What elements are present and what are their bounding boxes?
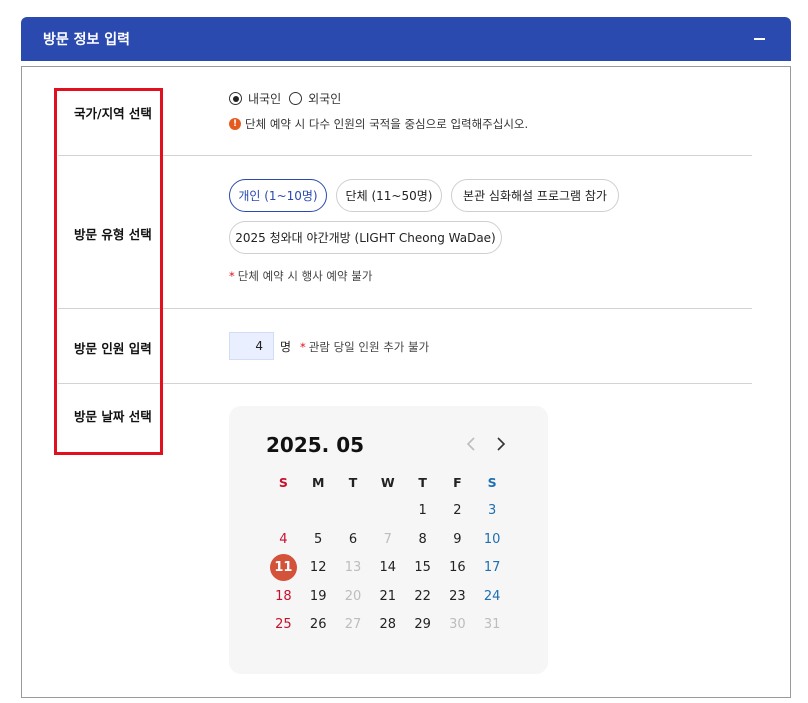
calendar-weekday: M (311, 474, 325, 490)
calendar-day[interactable]: 29 (405, 617, 440, 632)
divider (58, 155, 752, 156)
calendar-day[interactable]: 10 (475, 532, 510, 547)
chip-main-hall-program[interactable]: 본관 심화해설 프로그램 참가 (451, 179, 619, 212)
calendar-day: 31 (483, 617, 501, 633)
headcount-label: 방문 인원 입력 (74, 341, 152, 356)
chip-individual[interactable]: 개인 (1~10명) (229, 179, 327, 212)
calendar-day[interactable]: 15 (405, 560, 440, 575)
calendar-week-row: 25 26 27 28 29 30 31 (266, 611, 510, 640)
calendar-day[interactable]: 11 (266, 554, 301, 582)
calendar-weekday: S (278, 474, 288, 490)
section-header: 방문 정보 입력 (21, 17, 791, 61)
calendar-day[interactable]: 28 (370, 617, 405, 632)
calendar-day[interactable]: 23 (440, 589, 475, 604)
calendar-weekday: W (380, 474, 395, 490)
calendar-day[interactable]: 9 (440, 532, 475, 547)
date-calendar: 2025. 05 S M T W T F S 1 2 3 4 5 6 7 8 9 10 11 12 13 14 15 16 1… (229, 406, 548, 674)
calendar-day[interactable]: 14 (370, 560, 405, 575)
calendar-weekday-row: SMTWTFS (266, 468, 510, 497)
divider (58, 308, 752, 309)
calendar-day[interactable]: 24 (475, 589, 510, 604)
calendar-day[interactable]: 17 (475, 560, 510, 575)
calendar-day[interactable]: 18 (266, 589, 301, 604)
required-star-icon: * (229, 269, 235, 283)
minus-icon (753, 38, 765, 40)
calendar-day[interactable]: 12 (301, 560, 336, 575)
visit-type-note-text: 단체 예약 시 행사 예약 불가 (237, 269, 373, 283)
nationality-label: 국가/지역 선택 (74, 106, 152, 121)
headcount-note-text: 관람 당일 인원 추가 불가 (308, 340, 430, 354)
info-icon: ! (229, 118, 241, 130)
nationality-notice-text: 단체 예약 시 다수 인원의 국적을 중심으로 입력해주십시오. (245, 117, 529, 131)
calendar-day[interactable]: 2 (440, 503, 475, 518)
calendar-day[interactable]: 25 (266, 617, 301, 632)
radio-domestic-label[interactable]: 내국인 (248, 90, 281, 107)
next-month-button[interactable] (491, 434, 511, 454)
calendar-grid: S M T W T F S 1 2 3 4 5 6 7 8 9 10 11 12 13 14 15 16 17 18 19 20 21… (266, 468, 510, 639)
calendar-day[interactable]: 1 (405, 503, 440, 518)
calendar-day[interactable]: 3 (475, 503, 510, 518)
calendar-day: 27 (344, 617, 362, 633)
calendar-weekday: T (418, 474, 427, 490)
calendar-weekday: T (348, 474, 358, 490)
calendar-weekday: F (453, 474, 462, 490)
calendar-day[interactable]: 8 (405, 532, 440, 547)
nationality-notice: ! 단체 예약 시 다수 인원의 국적을 중심으로 입력해주십시오. (229, 116, 528, 132)
radio-foreign[interactable] (289, 92, 303, 105)
chevron-right-icon (497, 437, 506, 451)
calendar-day: 20 (344, 588, 362, 604)
divider (58, 383, 752, 384)
headcount-input[interactable] (229, 332, 274, 360)
section-title: 방문 정보 입력 (43, 32, 131, 48)
calendar-day[interactable]: 16 (440, 560, 475, 575)
calendar-selected-day[interactable]: 11 (269, 554, 297, 582)
calendar-weekday: S (487, 474, 497, 490)
prev-month-button[interactable] (461, 434, 481, 454)
nationality-radio-group: 내국인 외국인 (229, 90, 349, 107)
calendar-day: 13 (344, 560, 362, 576)
headcount-note: * 관람 당일 인원 추가 불가 (300, 339, 429, 355)
calendar-day[interactable]: 22 (405, 589, 440, 604)
date-label: 방문 날짜 선택 (74, 409, 152, 424)
chip-group[interactable]: 단체 (11~50명) (336, 179, 442, 212)
visit-type-note: * 단체 예약 시 행사 예약 불가 (229, 268, 372, 284)
calendar-day[interactable]: 4 (266, 532, 301, 547)
chip-night-opening[interactable]: 2025 청와대 야간개방 (LIGHT Cheong WaDae) (229, 221, 502, 254)
required-star-icon: * (300, 340, 306, 354)
radio-foreign-label[interactable]: 외국인 (308, 90, 341, 107)
headcount-unit: 명 (280, 340, 292, 354)
calendar-day: 7 (383, 531, 392, 547)
calendar-day[interactable]: 19 (301, 589, 336, 604)
calendar-week-row: 123 (266, 497, 510, 526)
calendar-day[interactable]: 5 (301, 532, 336, 547)
calendar-week-row: 11 12 13 14 15 16 17 (266, 554, 510, 583)
calendar-week-row: 4 5 6 7 8 9 10 (266, 525, 510, 554)
calendar-month-title: 2025. 05 (266, 433, 365, 457)
chevron-left-icon (466, 437, 475, 451)
calendar-day[interactable]: 6 (336, 532, 371, 547)
visit-type-label: 방문 유형 선택 (74, 227, 152, 242)
collapse-button[interactable] (749, 29, 769, 49)
calendar-week-row: 18 19 20 21 22 23 24 (266, 582, 510, 611)
calendar-day[interactable]: 21 (370, 589, 405, 604)
calendar-day[interactable]: 26 (301, 617, 336, 632)
calendar-day: 30 (449, 617, 466, 633)
radio-domestic[interactable] (229, 92, 242, 105)
